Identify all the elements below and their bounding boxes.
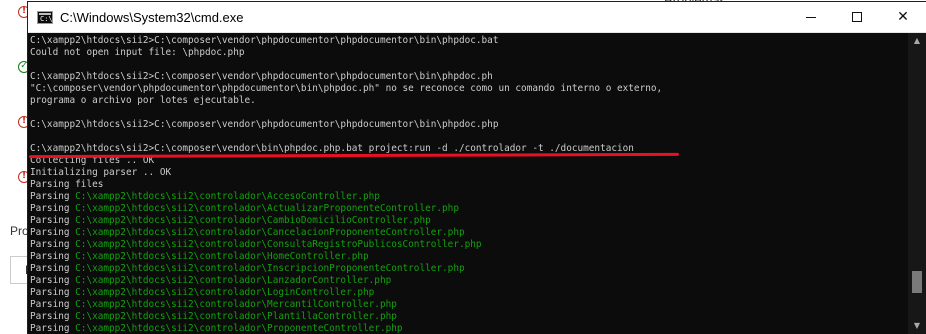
console-line: Parsing C:\xampp2\htdocs\sii2\controlado… <box>30 275 908 287</box>
console-file-path: C:\xampp2\htdocs\sii2\controlador\Actual… <box>75 203 459 214</box>
console-line-text: Parsing <box>30 251 76 262</box>
console-line: Parsing C:\xampp2\htdocs\sii2\controlado… <box>30 263 908 275</box>
console-line: Parsing C:\xampp2\htdocs\sii2\controlado… <box>30 251 908 263</box>
console-line-text: C:\xampp2\htdocs\sii2>C:\composer\vendor… <box>30 119 499 130</box>
console-line-text: Initializing parser .. OK <box>30 167 172 178</box>
console-line-text: Parsing <box>30 323 76 334</box>
console-file-path: C:\xampp2\htdocs\sii2\controlador\Consul… <box>75 239 482 250</box>
console-line-text: Could not open input file: \phpdoc.php <box>30 47 245 58</box>
console-line: Parsing C:\xampp2\htdocs\sii2\controlado… <box>30 311 908 323</box>
title-bar[interactable]: C:\ C:\Windows\System32\cmd.exe ✕ <box>28 2 926 33</box>
minimize-button[interactable] <box>788 2 834 33</box>
console-line: "C:\composer\vendor\phpdocumentor\phpdoc… <box>30 83 908 95</box>
console-line-text: Parsing <box>30 215 76 226</box>
console-line: Could not open input file: \phpdoc.php <box>30 47 908 59</box>
console-line: Parsing C:\xampp2\htdocs\sii2\controlado… <box>30 323 908 334</box>
console-file-path: C:\xampp2\htdocs\sii2\controlador\Inscri… <box>75 263 465 274</box>
console-line: Parsing C:\xampp2\htdocs\sii2\controlado… <box>30 191 908 203</box>
console-file-path: C:\xampp2\htdocs\sii2\controlador\Cambio… <box>75 215 431 226</box>
vertical-scrollbar[interactable]: ▲ ▼ <box>908 33 926 334</box>
console-line: C:\xampp2\htdocs\sii2>C:\composer\vendor… <box>30 71 908 83</box>
window-title: C:\Windows\System32\cmd.exe <box>60 10 244 25</box>
console-line: Initializing parser .. OK <box>30 167 908 179</box>
console-file-path: C:\xampp2\htdocs\sii2\controlador\Propon… <box>75 323 403 334</box>
scrollbar-thumb[interactable] <box>912 271 922 293</box>
console-line: Parsing C:\xampp2\htdocs\sii2\controlado… <box>30 215 908 227</box>
console-line: Parsing C:\xampp2\htdocs\sii2\controlado… <box>30 287 908 299</box>
console-line-text: C:\xampp2\htdocs\sii2>C:\composer\vendor… <box>30 35 499 46</box>
console-line: C:\xampp2\htdocs\sii2>C:\composer\vendor… <box>30 35 908 47</box>
console-line: Parsing files <box>30 179 908 191</box>
console-line-text: C:\xampp2\htdocs\sii2>C:\composer\vendor… <box>30 71 493 82</box>
background-tab[interactable]: E <box>10 256 33 284</box>
scroll-down-arrow-icon[interactable]: ▼ <box>908 319 926 333</box>
console-line: C:\xampp2\htdocs\sii2>C:\composer\vendor… <box>30 119 908 131</box>
maximize-button[interactable] <box>834 2 880 33</box>
console-line-text: Parsing <box>30 275 76 286</box>
console-line: Parsing C:\xampp2\htdocs\sii2\controlado… <box>30 203 908 215</box>
console-file-path: C:\xampp2\htdocs\sii2\controlador\Acceso… <box>75 191 380 202</box>
console-line-text: "C:\composer\vendor\phpdocumentor\phpdoc… <box>30 83 663 94</box>
console-file-path: C:\xampp2\htdocs\sii2\controlador\Planti… <box>75 311 397 322</box>
minimize-icon <box>806 17 816 18</box>
console-line-text: Parsing files <box>30 179 104 190</box>
console-file-path: C:\xampp2\htdocs\sii2\controlador\HomeCo… <box>75 251 369 262</box>
console-line-text: Parsing <box>30 227 76 238</box>
close-button[interactable]: ✕ <box>880 2 926 33</box>
maximize-icon <box>852 12 862 22</box>
scroll-up-arrow-icon[interactable]: ▲ <box>908 34 926 48</box>
cmd-window: C:\ C:\Windows\System32\cmd.exe ✕ C:\xam… <box>28 2 926 334</box>
console-line-text: Parsing <box>30 299 76 310</box>
console-output[interactable]: C:\xampp2\htdocs\sii2>C:\composer\vendor… <box>28 33 908 334</box>
console-line-text: Parsing <box>30 191 76 202</box>
console-line: Parsing C:\xampp2\htdocs\sii2\controlado… <box>30 239 908 251</box>
close-icon: ✕ <box>897 9 909 25</box>
cmd-icon: C:\ <box>37 11 53 24</box>
console-line-text: Parsing <box>30 287 76 298</box>
console-line-text: Parsing <box>30 263 76 274</box>
console-line: Parsing C:\xampp2\htdocs\sii2\controlado… <box>30 227 908 239</box>
background-label: Pro <box>10 224 29 238</box>
cmd-icon-label: C:\ <box>40 15 53 23</box>
console-line: programa o archivo por lotes ejecutable. <box>30 95 908 107</box>
console-line-text: Parsing <box>30 203 76 214</box>
console-file-path: C:\xampp2\htdocs\sii2\controlador\LoginC… <box>75 287 375 298</box>
console-file-path: C:\xampp2\htdocs\sii2\controlador\Lanzad… <box>75 275 392 286</box>
console-line-text: Parsing <box>30 239 76 250</box>
console-line-text: programa o archivo por lotes ejecutable. <box>30 95 256 106</box>
console-line: Parsing C:\xampp2\htdocs\sii2\controlado… <box>30 299 908 311</box>
console-file-path: C:\xampp2\htdocs\sii2\controlador\Mercan… <box>75 299 397 310</box>
console-file-path: C:\xampp2\htdocs\sii2\controlador\Cancel… <box>75 227 465 238</box>
console-line-text: Parsing <box>30 311 76 322</box>
